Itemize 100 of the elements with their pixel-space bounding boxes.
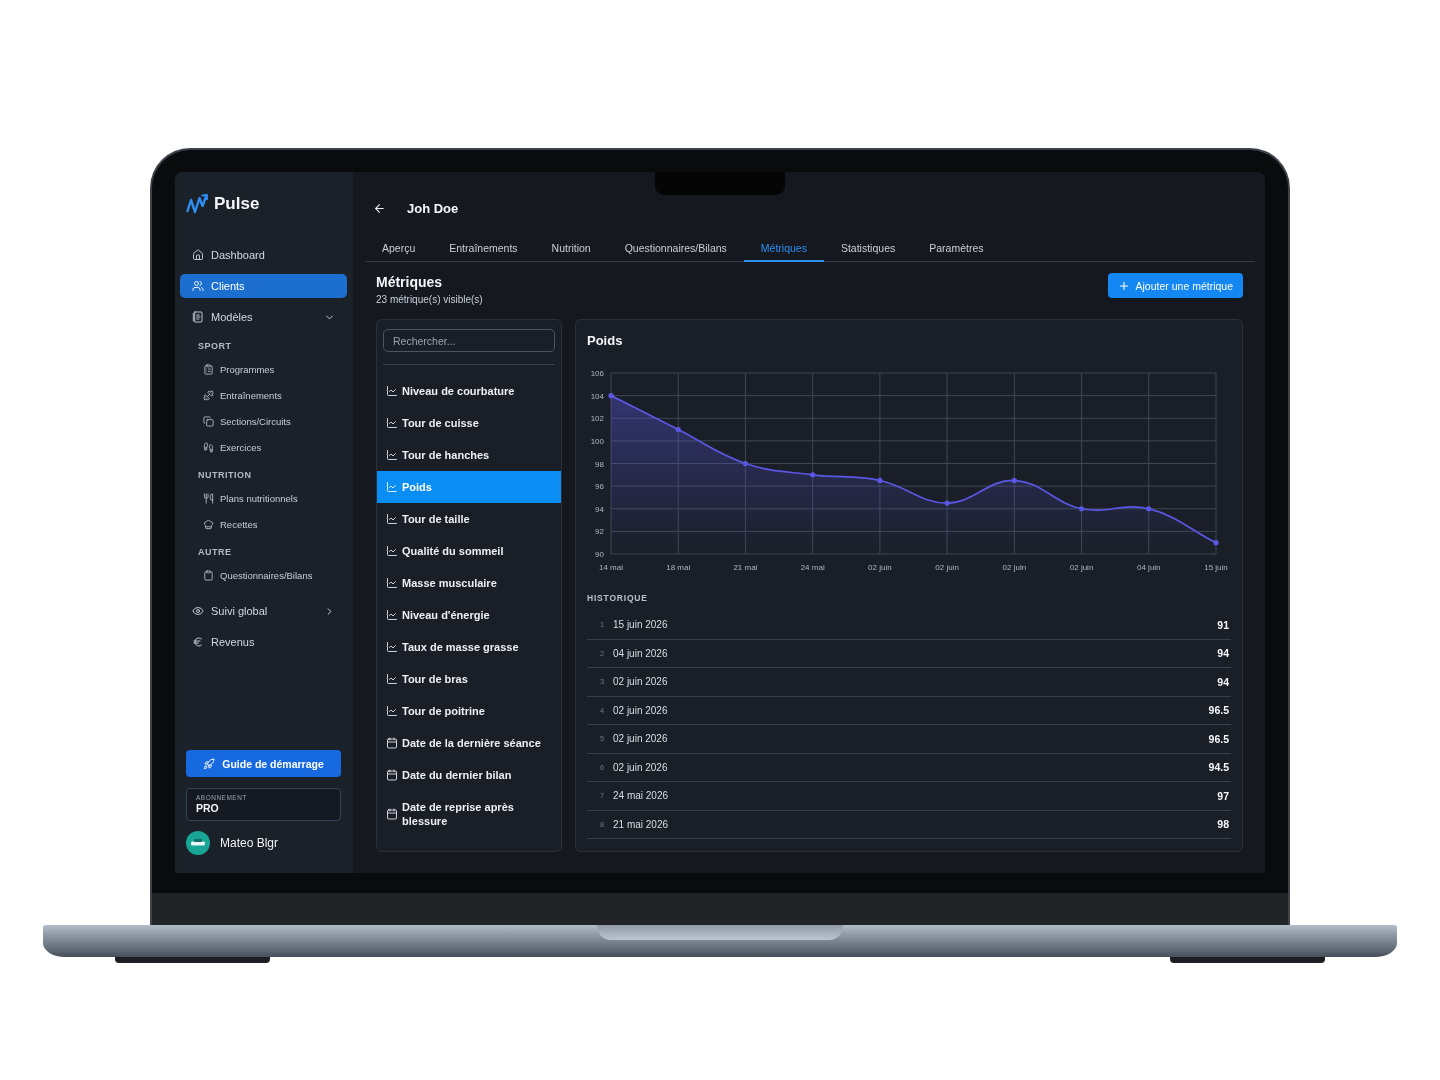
- x-axis-label: 18 mai: [666, 563, 691, 572]
- metric-item[interactable]: Tour de taille: [377, 503, 561, 535]
- y-axis-label: 104: [590, 391, 604, 401]
- x-axis-label: 02 juin: [935, 563, 959, 572]
- metric-item[interactable]: Tour de cuisse: [377, 407, 561, 439]
- metric-item[interactable]: Date du dernier bilan: [377, 759, 561, 791]
- x-axis-label: 15 juin: [1204, 563, 1228, 572]
- client-name: Joh Doe: [407, 200, 459, 216]
- history-value: 91: [1217, 618, 1229, 631]
- metric-item[interactable]: Date de la dernière séance: [377, 727, 561, 759]
- page-subtitle: 23 métrique(s) visible(s): [376, 294, 483, 306]
- x-axis-label: 04 juin: [1137, 563, 1161, 572]
- history-value: 96.5: [1208, 732, 1229, 745]
- x-axis-label: 24 mai: [800, 563, 825, 572]
- history-date: 02 juin 2026: [613, 676, 668, 688]
- tab[interactable]: Métriques: [743, 235, 824, 262]
- rocket-icon: [203, 757, 216, 770]
- calendar-icon: [386, 769, 398, 781]
- y-axis-label: 102: [590, 414, 604, 424]
- y-axis-label: 106: [590, 369, 604, 378]
- y-axis-label: 100: [590, 436, 604, 446]
- back-arrow-icon[interactable]: [373, 201, 386, 215]
- y-axis-label: 98: [595, 459, 604, 469]
- dumbbell-icon: [203, 389, 214, 401]
- line-chart-icon: [386, 641, 398, 653]
- footprints-icon: [203, 441, 214, 453]
- chef-hat-icon: [203, 518, 214, 530]
- metric-item[interactable]: Tour de poitrine: [377, 695, 561, 727]
- nav-item[interactable]: Dashboard: [180, 243, 347, 267]
- y-axis-label: 96: [595, 482, 604, 492]
- history-date: 15 juin 2026: [613, 619, 668, 631]
- nav-subitem[interactable]: Questionnaires/Bilans: [180, 564, 347, 586]
- subscription-plan: PRO: [196, 802, 220, 815]
- tab[interactable]: Statistiques: [823, 235, 913, 262]
- nav-item[interactable]: Clients: [180, 274, 347, 298]
- tab[interactable]: Paramètres: [912, 235, 1001, 262]
- chart-point: [608, 393, 614, 399]
- history-value: 96.5: [1208, 704, 1229, 717]
- history-title: HISTORIQUE: [587, 593, 649, 603]
- guide-button[interactable]: Guide de démarrage: [186, 750, 341, 777]
- brand-name: Pulse: [214, 194, 260, 214]
- nav-subitem[interactable]: Exercices: [180, 436, 347, 458]
- nav-subitem[interactable]: Sections/Circuits: [180, 410, 347, 432]
- user-avatar: [186, 831, 210, 855]
- tab[interactable]: Nutrition: [534, 235, 608, 262]
- history-date: 04 juin 2026: [613, 647, 668, 659]
- line-chart-icon: [386, 545, 398, 557]
- nav-section-title: SPORT: [197, 340, 233, 353]
- chart-point: [742, 460, 749, 467]
- x-axis-label: 02 juin: [1069, 563, 1094, 572]
- nav-item[interactable]: Modèles: [180, 305, 347, 329]
- history-value: 94: [1217, 647, 1229, 660]
- tab[interactable]: Entraînements: [432, 235, 535, 262]
- calendar-icon: [386, 808, 398, 820]
- nav-subitem[interactable]: Programmes: [180, 358, 347, 380]
- nav-item[interactable]: Revenus: [180, 630, 347, 654]
- history-value: 98: [1217, 818, 1229, 831]
- history-date: 02 juin 2026: [613, 704, 668, 716]
- utensils-icon: [203, 492, 214, 504]
- x-axis-label: 14 mai: [599, 563, 623, 572]
- x-axis-label: 21 mai: [733, 563, 758, 572]
- tab[interactable]: Questionnaires/Bilans: [607, 235, 744, 262]
- history-value: 97: [1217, 789, 1229, 802]
- line-chart-icon: [386, 673, 398, 685]
- chart-point: [675, 426, 681, 433]
- metric-item[interactable]: Niveau de courbature: [377, 375, 561, 407]
- history-date: 02 juin 2026: [613, 733, 668, 745]
- x-axis-label: 02 juin: [868, 563, 892, 572]
- user-name: Mateo Blgr: [220, 836, 279, 850]
- clipboard-icon: [203, 569, 214, 581]
- chart-point: [877, 477, 883, 484]
- logo-icon: [186, 193, 208, 215]
- history-value: 94.5: [1208, 761, 1229, 774]
- line-chart-icon: [386, 577, 398, 589]
- calendar-icon: [386, 737, 398, 749]
- nav-subitem[interactable]: Recettes: [180, 513, 347, 535]
- add-metric-button[interactable]: Ajouter une métrique: [1107, 273, 1243, 298]
- metric-item[interactable]: Niveau d'énergie: [377, 599, 561, 631]
- tab[interactable]: Aperçu: [365, 235, 433, 262]
- metric-item[interactable]: Masse musculaire: [377, 567, 561, 599]
- nav-subitem[interactable]: Entraînements: [180, 384, 347, 406]
- history-date: 02 juin 2026: [613, 761, 668, 773]
- metric-item[interactable]: Date de reprise après blessure: [377, 791, 561, 837]
- history-value: 94: [1217, 675, 1229, 688]
- chart-point: [810, 472, 816, 478]
- house-icon: [192, 249, 204, 261]
- nav-subitem[interactable]: Plans nutritionnels: [180, 487, 347, 509]
- notebook-icon: [192, 311, 204, 323]
- metric-item[interactable]: Tour de bras: [377, 663, 561, 695]
- users-icon: [192, 280, 204, 292]
- metric-item[interactable]: Qualité du sommeil: [377, 535, 561, 567]
- line-chart-icon: [386, 449, 398, 461]
- search-field[interactable]: Rechercher...: [383, 329, 555, 352]
- page-title: Métriques: [376, 274, 444, 290]
- metric-item[interactable]: Taux de masse grasse: [377, 631, 561, 663]
- chart-point: [1078, 506, 1085, 512]
- chart-point: [1146, 506, 1152, 512]
- nav-item[interactable]: Suivi global: [180, 599, 347, 623]
- y-axis-label: 92: [595, 527, 604, 537]
- metric-item[interactable]: Tour de hanches: [377, 439, 561, 471]
